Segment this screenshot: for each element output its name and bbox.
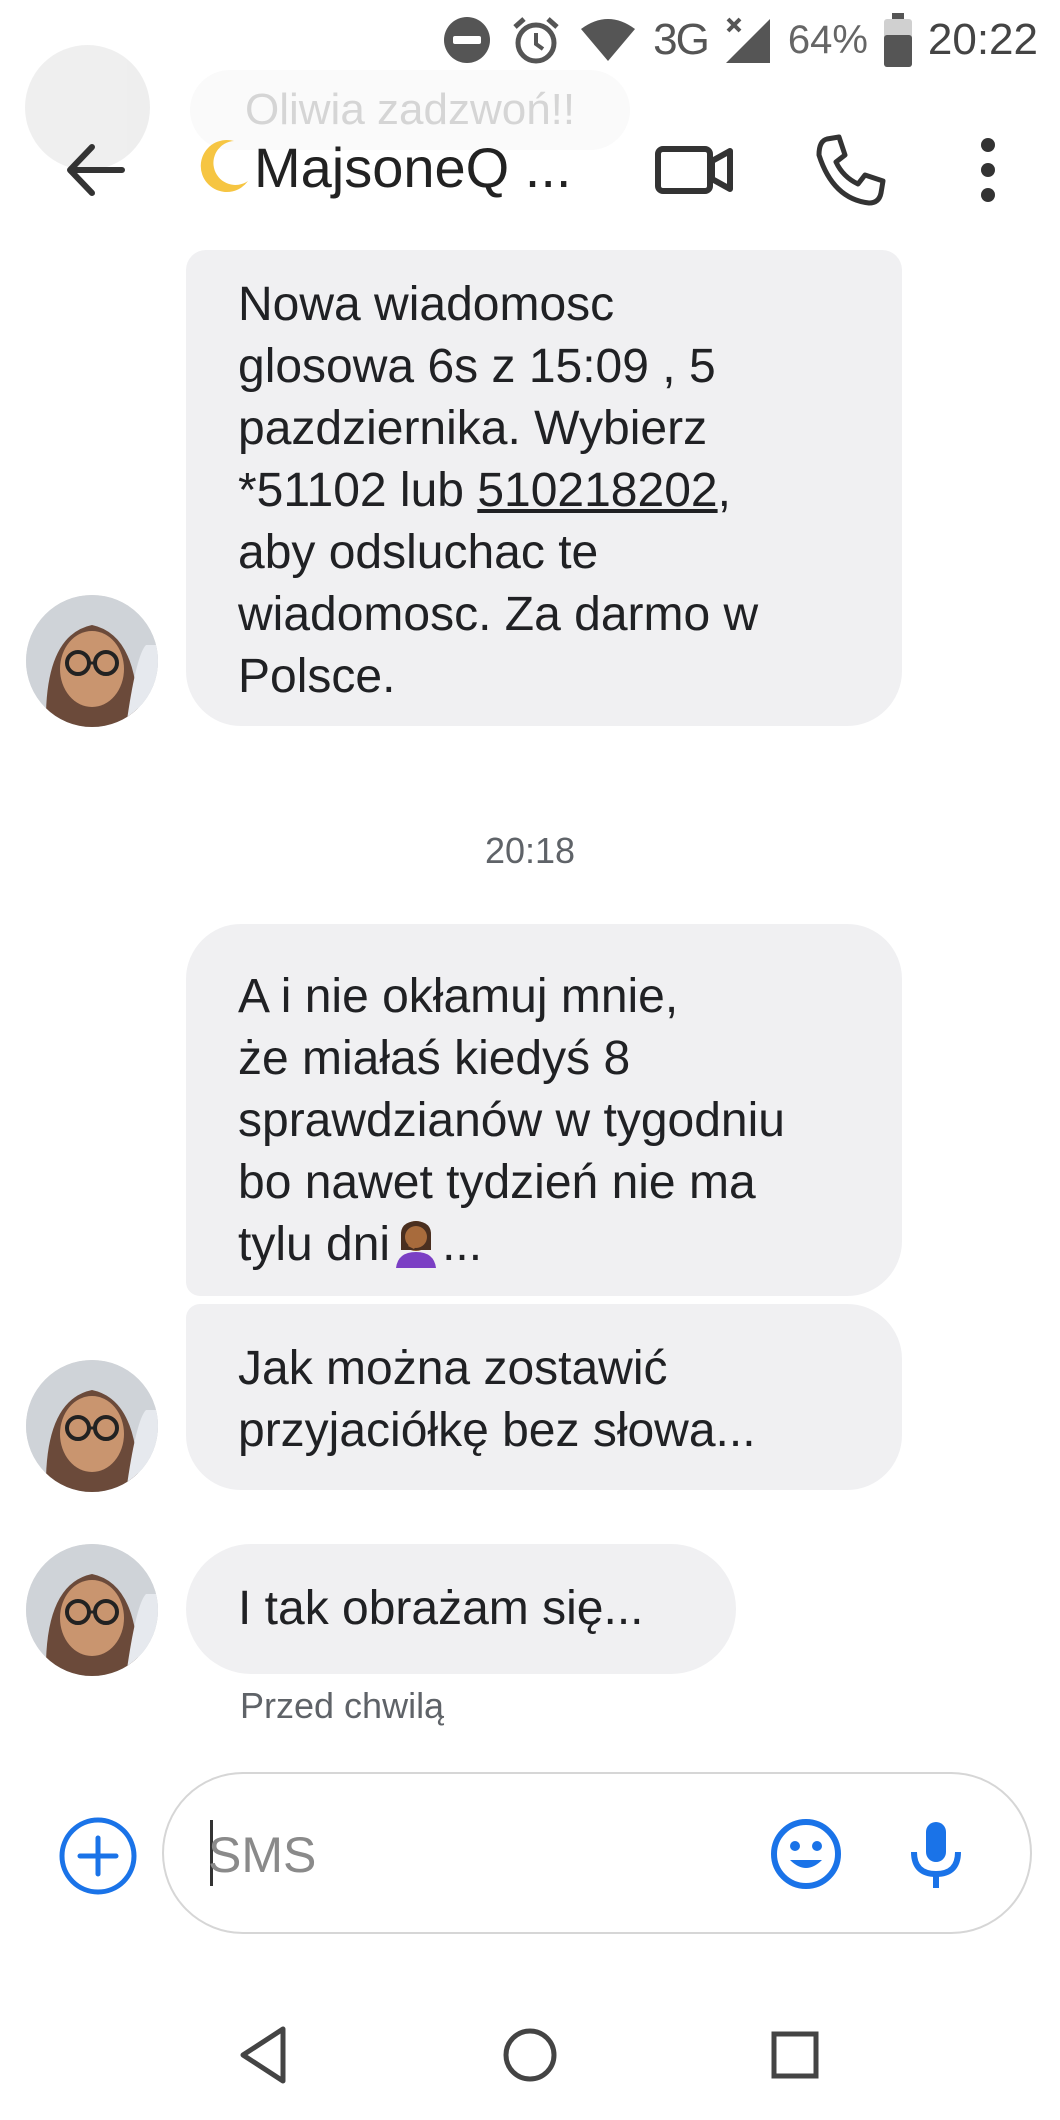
battery-percent: 64% bbox=[787, 17, 868, 62]
home-circle-icon[interactable] bbox=[490, 2015, 570, 2095]
message-text: A i nie okłamuj mnie, że miałaś kiedyś 8… bbox=[238, 966, 850, 1276]
message-bubble[interactable]: A i nie okłamuj mnie, że miałaś kiedyś 8… bbox=[186, 924, 902, 1296]
battery-icon bbox=[883, 13, 912, 67]
time-divider: 20:18 bbox=[484, 830, 576, 871]
message-text: Jak można zostawić przyjaciółkę bez słow… bbox=[238, 1342, 756, 1457]
conversation-title[interactable]: MajsoneQ ... bbox=[192, 135, 571, 200]
phone-icon[interactable] bbox=[805, 125, 895, 215]
emoji-icon[interactable] bbox=[764, 1812, 848, 1896]
add-attachment-icon[interactable] bbox=[58, 1816, 138, 1896]
avatar[interactable] bbox=[26, 1544, 158, 1676]
signal-icon bbox=[724, 15, 772, 65]
compose-placeholder: SMS bbox=[208, 1827, 317, 1883]
microphone-icon[interactable] bbox=[894, 1812, 978, 1896]
system-nav-bar bbox=[0, 1990, 1060, 2120]
conversation-title-text: MajsoneQ ... bbox=[254, 136, 572, 199]
message-bubble[interactable]: Nowa wiadomosc glosowa 6s z 15:09 , 5 pa… bbox=[186, 250, 902, 726]
conversation-header: MajsoneQ ... bbox=[0, 95, 1060, 245]
crescent-moon-icon bbox=[192, 137, 252, 197]
message-compose-field[interactable]: SMS bbox=[162, 1772, 1032, 1934]
message-text-part: ... bbox=[442, 1218, 483, 1271]
message-status: Przed chwilą bbox=[240, 1685, 445, 1726]
back-triangle-icon[interactable] bbox=[225, 2015, 305, 2095]
more-vert-icon[interactable] bbox=[943, 125, 1033, 215]
avatar[interactable] bbox=[26, 1360, 158, 1492]
message-bubble[interactable]: I tak obrażam się... bbox=[186, 1544, 736, 1674]
video-call-icon[interactable] bbox=[650, 125, 740, 215]
message-text: Nowa wiadomosc glosowa 6s z 15:09 , 5 pa… bbox=[238, 274, 850, 708]
facepalm-emoji bbox=[390, 1216, 442, 1268]
back-arrow-icon[interactable] bbox=[52, 125, 142, 215]
message-bubble[interactable]: Jak można zostawić przyjaciółkę bez słow… bbox=[186, 1304, 902, 1490]
recents-square-icon[interactable] bbox=[755, 2015, 835, 2095]
message-text-part: A i nie okłamuj mnie, że miałaś kiedyś 8… bbox=[238, 970, 785, 1271]
clock: 20:22 bbox=[927, 15, 1038, 64]
message-text: I tak obrażam się... bbox=[238, 1582, 644, 1635]
avatar[interactable] bbox=[26, 595, 158, 727]
phone-number-link[interactable]: 510218202 bbox=[477, 464, 717, 517]
